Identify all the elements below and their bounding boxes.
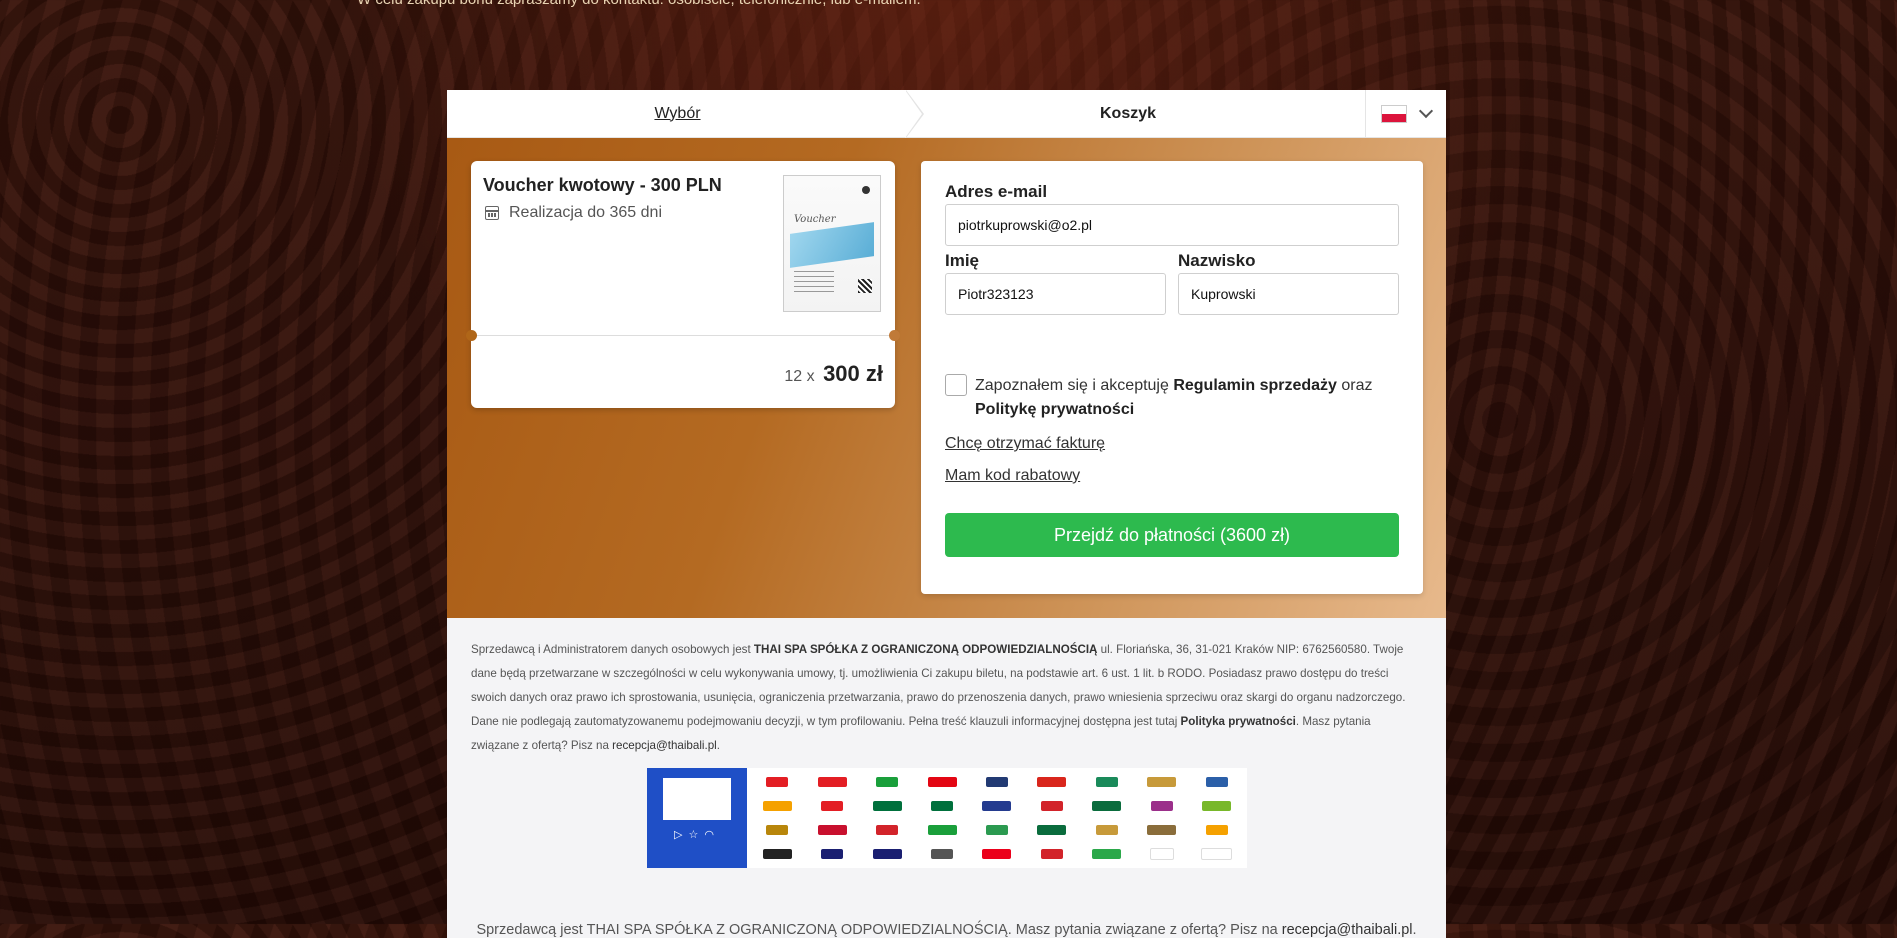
cart-main: Voucher kwotowy - 300 PLN Realizacja do …: [447, 138, 1446, 618]
bank-logo: [762, 801, 792, 811]
voucher-validity-text: Realizacja do 365 dni: [509, 204, 662, 221]
invoice-link[interactable]: Chcę otrzymać fakturę: [945, 435, 1105, 453]
bank-logo: [1147, 825, 1177, 835]
voucher-quantity: 12 x: [784, 368, 815, 385]
first-name-field[interactable]: [945, 273, 1166, 315]
terms-link[interactable]: Regulamin sprzedaży: [1173, 377, 1337, 394]
bank-logo: [876, 777, 899, 787]
terms-checkbox[interactable]: [945, 374, 967, 396]
bank-logo: [982, 849, 1012, 859]
privacy-link[interactable]: Politykę prywatności: [975, 401, 1134, 418]
voucher-title: Voucher kwotowy - 300 PLN: [483, 175, 722, 195]
bank-logo: [876, 825, 899, 835]
bank-logo: [1040, 801, 1063, 811]
contact-email-link[interactable]: recepcja@thaibali.pl: [612, 739, 717, 752]
language-selector[interactable]: [1365, 90, 1446, 137]
bank-logo: [872, 801, 902, 811]
bank-logo: [1092, 849, 1122, 859]
bank-logo: [1040, 849, 1063, 859]
bank-logo: [982, 801, 1012, 811]
last-name-field[interactable]: [1178, 273, 1399, 315]
bank-logo: [766, 825, 789, 835]
bank-logo: [1037, 777, 1067, 787]
top-contact-note: W celu zakupu bonu zapraszamy do kontakt…: [357, 0, 921, 8]
bank-logo: [985, 777, 1008, 787]
email-label: Adres e-mail: [945, 182, 1048, 201]
bank-logo: [817, 777, 847, 787]
footer-email-link[interactable]: recepcja@thaibali.pl: [1282, 922, 1413, 938]
voucher-divider: [471, 335, 895, 336]
steps-bar: Wybór Koszyk: [447, 90, 1446, 138]
bank-logo: [1095, 777, 1118, 787]
bank-logo: [1095, 825, 1118, 835]
privacy-notice: Sprzedawcą i Administratorem danych osob…: [471, 643, 1406, 752]
bank-logo: [762, 849, 792, 859]
voucher-card: Voucher kwotowy - 300 PLN Realizacja do …: [466, 161, 900, 408]
bank-logo: [821, 849, 844, 859]
bank-logo: [872, 849, 902, 859]
bank-logo: [931, 801, 954, 811]
chevron-down-icon: [1418, 103, 1434, 119]
bank-logos-grid: [747, 768, 1247, 868]
checkout-frame: Wybór Koszyk Voucher kwotowy - 300 PLN R…: [447, 90, 1446, 938]
checkout-form: Adres e-mail Imię Nazwisko Zapoznałem si…: [921, 161, 1423, 594]
bank-logo: [821, 801, 844, 811]
discount-code-link[interactable]: Mam kod rabatowy: [945, 467, 1080, 485]
privacy-policy-link[interactable]: Polityka prywatności: [1181, 715, 1296, 728]
bank-logo: [927, 825, 957, 835]
bank-logo: [1149, 848, 1174, 860]
email-field[interactable]: [945, 204, 1399, 246]
bluemedia-logo: ▷☆◠: [647, 768, 747, 868]
first-name-label: Imię: [945, 251, 980, 270]
bank-logo: [1147, 777, 1177, 787]
footer-seller-note: Sprzedawcą jest THAI SPA SPÓŁKA Z OGRANI…: [476, 922, 1417, 938]
bank-logo: [1201, 848, 1233, 860]
bank-logo: [927, 777, 957, 787]
voucher-amount: 300 zł: [823, 361, 883, 386]
bank-logo: [985, 825, 1008, 835]
info-section: Sprzedawcą i Administratorem danych osob…: [447, 618, 1446, 938]
calendar-icon: [485, 206, 499, 220]
bank-logo: [1092, 801, 1122, 811]
pl-flag-icon: [1381, 104, 1407, 123]
step-koszyk: Koszyk: [1099, 104, 1157, 122]
bank-logo: [1037, 825, 1067, 835]
voucher-thumbnail: Voucher: [783, 175, 881, 312]
terms-text: Zapoznałem się i akceptuję Regulamin spr…: [975, 377, 1373, 418]
voucher-price: 12 x 300 zł: [784, 361, 883, 387]
pay-button[interactable]: Przejdź do płatności (3600 zł): [945, 513, 1399, 557]
bank-logo: [1202, 801, 1232, 811]
bank-logo: [766, 777, 789, 787]
voucher-validity: Realizacja do 365 dni: [485, 204, 662, 222]
payment-methods-logos: ▷☆◠: [647, 768, 1247, 868]
qr-code-icon: [858, 279, 872, 293]
bank-logo: [931, 849, 954, 859]
bank-logo: [1205, 825, 1228, 835]
last-name-label: Nazwisko: [1178, 251, 1256, 270]
bank-logo: [1205, 777, 1228, 787]
step-wybor-link[interactable]: Wybór: [447, 105, 908, 123]
bank-logo: [817, 825, 847, 835]
bank-logo: [1150, 801, 1173, 811]
